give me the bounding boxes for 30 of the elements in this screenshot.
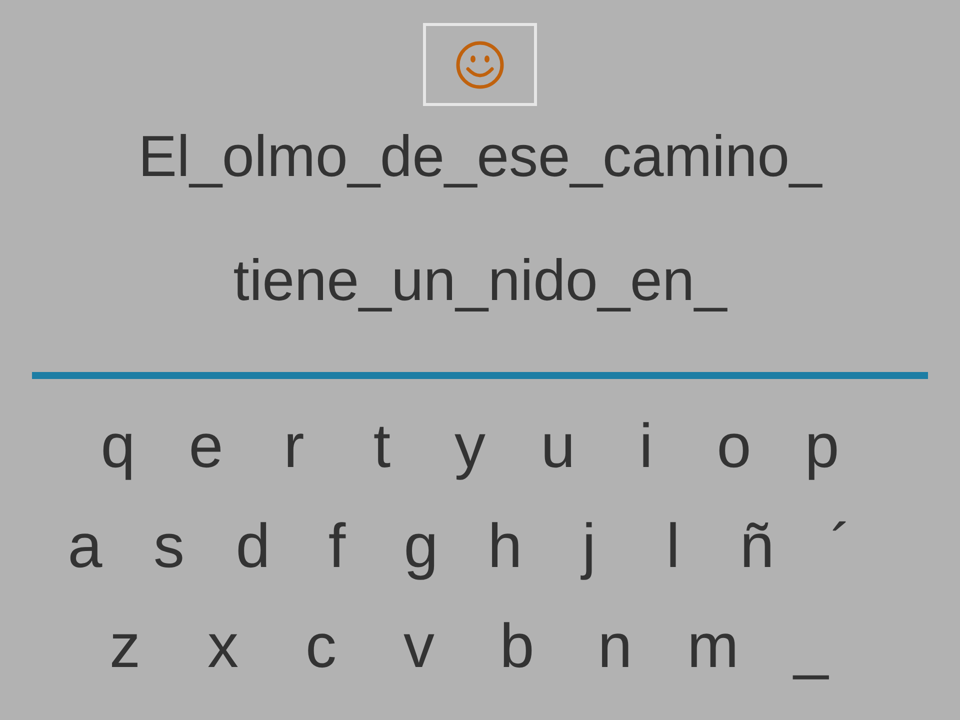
letter-key[interactable]: i <box>602 399 690 495</box>
letter-key[interactable]: g <box>379 499 463 595</box>
letter-key[interactable]: q <box>74 399 162 495</box>
letter-key[interactable]: ñ <box>715 499 799 595</box>
letter-key[interactable]: ´ <box>799 499 883 595</box>
letter-key[interactable]: j <box>547 499 631 595</box>
letter-key[interactable]: v <box>370 599 468 695</box>
letter-key[interactable]: t <box>338 399 426 495</box>
letter-key[interactable]: c <box>272 599 370 695</box>
letter-key[interactable]: e <box>162 399 250 495</box>
letter-key[interactable]: h <box>463 499 547 595</box>
letter-key[interactable]: b <box>468 599 566 695</box>
letter-key[interactable]: f <box>295 499 379 595</box>
letter-key[interactable]: z <box>76 599 174 695</box>
letter-key[interactable]: n <box>566 599 664 695</box>
letter-key[interactable]: _ <box>762 599 860 695</box>
letter-key[interactable]: r <box>250 399 338 495</box>
letter-key[interactable]: d <box>211 499 295 595</box>
letter-key[interactable]: m <box>664 599 762 695</box>
letter-key[interactable]: u <box>514 399 602 495</box>
smiley-icon <box>455 40 505 90</box>
phrase-line: tiene_un_nido_en_ <box>233 248 727 314</box>
letter-key[interactable]: x <box>174 599 272 695</box>
letter-key[interactable]: l <box>631 499 715 595</box>
letter-key[interactable]: y <box>426 399 514 495</box>
letter-key[interactable]: a <box>43 499 127 595</box>
letter-key[interactable]: o <box>690 399 778 495</box>
letter-key[interactable]: s <box>127 499 211 595</box>
phrase-line: El_olmo_de_ese_camino_ <box>138 124 822 190</box>
letter-key[interactable]: p <box>778 399 866 495</box>
